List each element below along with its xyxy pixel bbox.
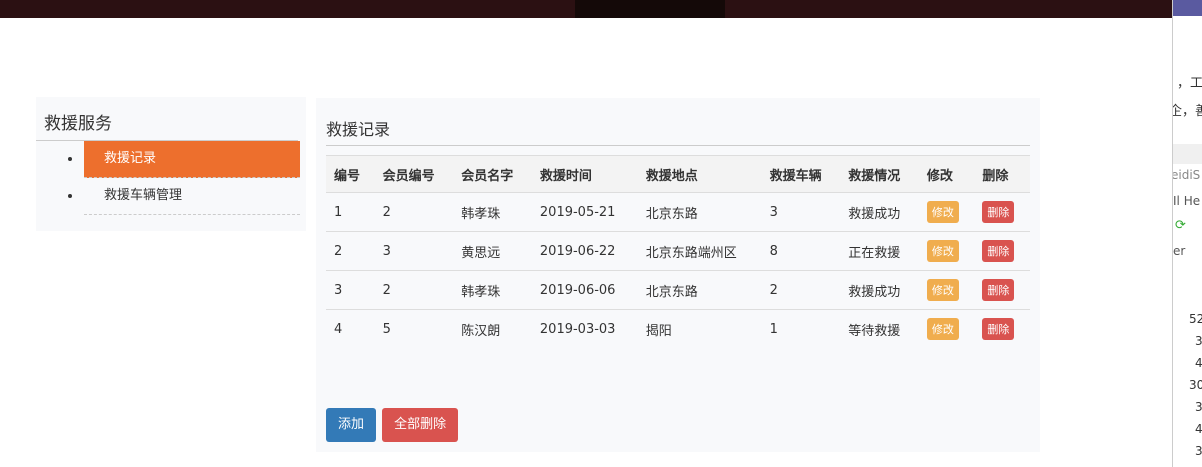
sidebar-title: 救援服务	[36, 97, 298, 141]
table-cell: 2019-05-21	[531, 192, 638, 232]
table-cell: 2019-03-03	[531, 309, 638, 349]
bg-text: 3	[1195, 400, 1202, 414]
table-cell: 正在救援	[840, 231, 919, 271]
bg-text: 3	[1195, 334, 1202, 348]
background-window: ，工 企，善 eidiS Il He ⟳ er 52 3 4 30 3 4 3	[1172, 0, 1202, 467]
table-row: 1 2 韩孝珠 2019-05-21 北京东路 3 救援成功 修改 删除	[326, 192, 1030, 232]
table-cell: 3	[761, 192, 841, 232]
refresh-icon[interactable]: ⟳	[1175, 218, 1186, 233]
table-cell: 救援成功	[840, 270, 919, 310]
table-row: 4 5 陈汉朗 2019-03-03 揭阳 1 等待救援 修改 删除	[326, 309, 1030, 349]
edit-button[interactable]: 修改	[926, 279, 959, 301]
table-row: 2 3 黄思远 2019-06-22 北京东路端州区 8 正在救援 修改 删除	[326, 231, 1030, 271]
table-cell: 3	[326, 270, 375, 310]
table-row: 3 2 韩孝珠 2019-06-06 北京东路 2 救援成功 修改 删除	[326, 270, 1030, 310]
column-header: 修改	[918, 155, 975, 193]
bg-text: 3	[1195, 444, 1202, 458]
table-cell: 救援成功	[840, 192, 919, 232]
table-cell: 陈汉朗	[453, 309, 532, 349]
bg-text: Il He	[1173, 194, 1201, 208]
bg-text: 4	[1195, 422, 1202, 436]
delete-button[interactable]: 删除	[982, 279, 1015, 301]
page-title: 救援记录	[326, 98, 1030, 146]
column-header: 会员编号	[374, 155, 454, 193]
table-cell: 揭阳	[637, 309, 762, 349]
records-table: 编号 会员编号 会员名字 救援时间 救援地点 救援车辆 救援情况 修改 删除 1 2 韩孝珠 2019…	[326, 155, 1030, 349]
edit-button[interactable]: 修改	[926, 240, 959, 262]
edit-button[interactable]: 修改	[926, 201, 959, 223]
table-cell: 1	[761, 309, 841, 349]
table-cell: 5	[374, 309, 454, 349]
table-cell: 韩孝珠	[453, 192, 532, 232]
column-header: 救援车辆	[761, 155, 841, 193]
bg-text: 30	[1189, 378, 1202, 392]
sidebar-item-rescue-records[interactable]: 救援记录	[68, 141, 300, 178]
column-header: 编号	[326, 155, 375, 193]
add-button[interactable]: 添加	[326, 408, 377, 442]
bg-text: 4	[1195, 356, 1202, 370]
delete-button[interactable]: 删除	[982, 240, 1015, 262]
table-cell: 8	[761, 231, 841, 271]
table-cell: 北京东路	[637, 270, 762, 310]
sidebar-item-vehicle-management[interactable]: 救援车辆管理	[68, 178, 300, 215]
table-cell: 北京东路	[637, 192, 762, 232]
table-cell: 2	[761, 270, 841, 310]
table-cell: 北京东路端州区	[637, 231, 762, 271]
table-cell: 3	[374, 231, 454, 271]
table-cell: 黄思远	[453, 231, 532, 271]
delete-button[interactable]: 删除	[982, 318, 1015, 341]
main-panel: 救援记录 编号 会员编号 会员名字 救援时间 救援地点 救援车辆 救援情况 修改 删除 1 2 韩孝…	[316, 98, 1040, 452]
column-header: 删除	[974, 155, 1030, 193]
table-cell: 4	[326, 309, 375, 349]
table-cell: 等待救援	[840, 309, 919, 349]
sidebar: 救援服务 救援记录 救援车辆管理	[36, 97, 306, 231]
bg-text: 52	[1189, 312, 1202, 326]
table-cell: 1	[326, 192, 375, 232]
top-bar-tab	[575, 0, 725, 18]
column-header: 救援地点	[637, 155, 762, 193]
bg-text: eidiS	[1172, 168, 1201, 182]
column-header: 救援情况	[840, 155, 919, 193]
table-cell: 2019-06-06	[531, 270, 638, 310]
table-cell: 韩孝珠	[453, 270, 532, 310]
table-cell: 2	[374, 192, 454, 232]
edit-button[interactable]: 修改	[926, 318, 959, 341]
table-cell: 2	[374, 270, 454, 310]
column-header: 救援时间	[531, 155, 638, 193]
delete-all-button[interactable]: 全部删除	[382, 408, 459, 442]
table-cell: 2019-06-22	[531, 231, 638, 271]
bg-text: 企，善	[1173, 104, 1202, 119]
column-header: 会员名字	[453, 155, 532, 193]
browser-top-bar	[0, 0, 1172, 18]
bg-text: er	[1173, 244, 1186, 258]
table-cell: 2	[326, 231, 375, 271]
bg-text: ，工	[1177, 76, 1202, 91]
delete-button[interactable]: 删除	[982, 201, 1015, 223]
